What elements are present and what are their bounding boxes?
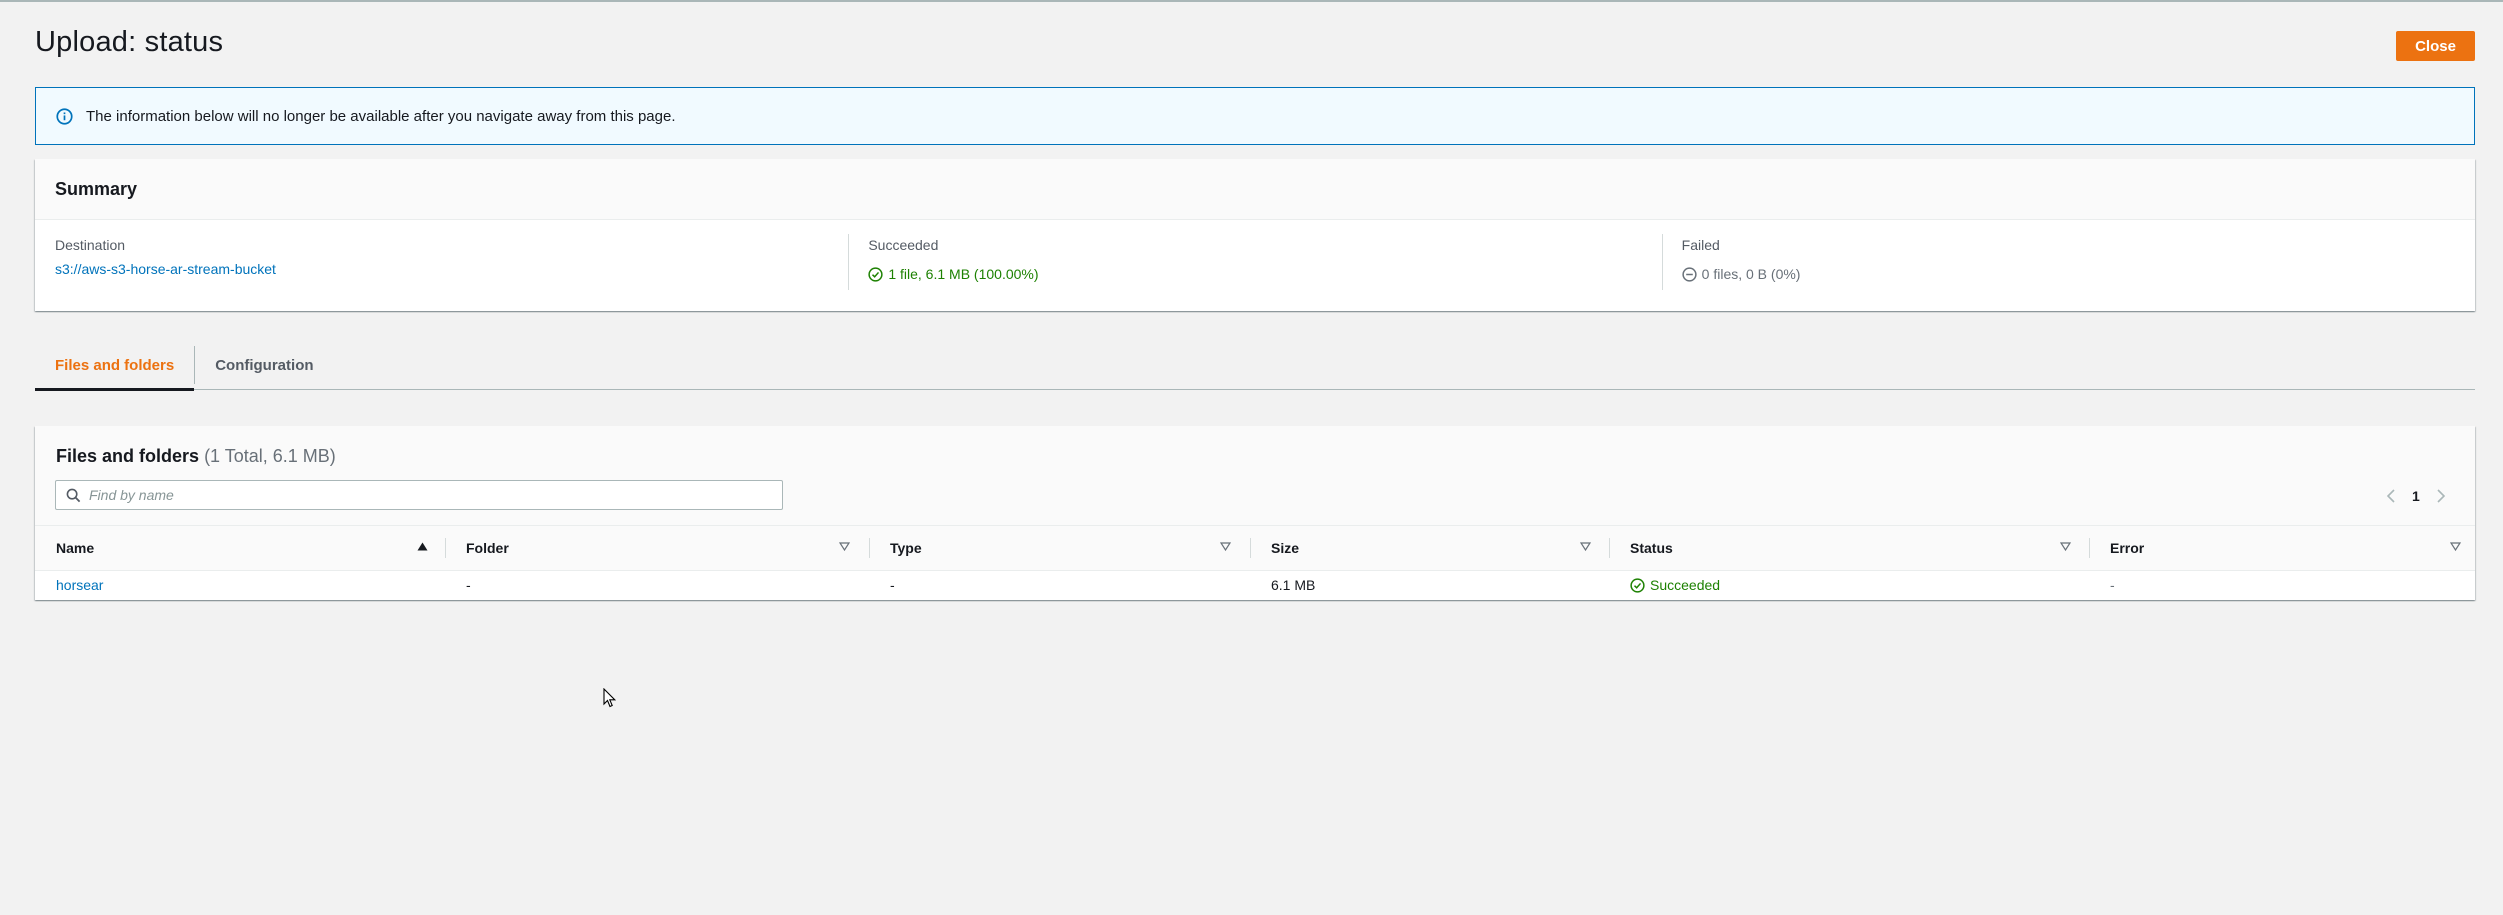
tab-files-and-folders[interactable]: Files and folders <box>35 340 195 391</box>
failed-value: 0 files, 0 B (0%) <box>1701 266 1801 282</box>
sort-icon[interactable] <box>1220 542 1231 551</box>
table-row: horsear - - 6.1 MB Succeeded - <box>35 570 2475 600</box>
summary-title: Summary <box>35 159 2475 220</box>
cell-error: - <box>2110 577 2115 594</box>
column-header-status[interactable]: Status <box>1609 526 2089 570</box>
page-number[interactable]: 1 <box>2412 488 2420 504</box>
column-header-name[interactable]: Name <box>35 526 445 570</box>
status-text: Succeeded <box>1650 577 1721 594</box>
tabs: Files and folders Configuration <box>35 340 2475 391</box>
column-header-type[interactable]: Type <box>869 526 1250 570</box>
column-header-folder[interactable]: Folder <box>445 526 869 570</box>
chevron-left-icon[interactable] <box>2380 488 2402 504</box>
succeeded-value: 1 file, 6.1 MB (100.00%) <box>888 266 1039 282</box>
page-title: Upload: status <box>35 26 224 58</box>
tab-configuration[interactable]: Configuration <box>195 340 333 390</box>
table-header-row: Name Folder Type Size Status Error <box>35 526 2475 570</box>
files-title-text: Files and folders <box>56 446 200 466</box>
failed-label: Failed <box>1681 237 1720 253</box>
close-button[interactable]: Close <box>2396 31 2475 61</box>
column-header-error[interactable]: Error <box>2089 526 2475 570</box>
succeeded-label: Succeeded <box>868 237 939 253</box>
summary-failed: Failed 0 files, 0 B (0%) <box>1661 220 2475 310</box>
destination-link[interactable]: s3://aws-s3-horse-ar-stream-bucket <box>55 261 276 277</box>
files-title: Files and folders (1 Total, 6.1 MB) <box>56 446 336 467</box>
cell-status: Succeeded <box>1609 570 2089 600</box>
search-box <box>55 480 783 510</box>
chevron-right-icon[interactable] <box>2430 488 2452 504</box>
summary-destination: Destination s3://aws-s3-horse-ar-stream-… <box>35 220 848 310</box>
column-header-size[interactable]: Size <box>1250 526 1609 570</box>
mouse-cursor-icon <box>603 687 617 713</box>
check-circle-icon <box>868 266 883 282</box>
files-count: (1 Total, 6.1 MB) <box>204 446 336 466</box>
summary-panel: Summary Destination s3://aws-s3-horse-ar… <box>35 159 2475 311</box>
info-alert: The information below will no longer be … <box>35 87 2475 145</box>
alert-message: The information below will no longer be … <box>86 107 676 125</box>
destination-label: Destination <box>55 237 126 253</box>
search-icon <box>66 488 81 503</box>
info-icon <box>56 107 73 125</box>
files-panel: Files and folders (1 Total, 6.1 MB) 1 <box>35 426 2475 600</box>
sort-icon[interactable] <box>1580 542 1591 551</box>
sort-icon[interactable] <box>2450 542 2461 551</box>
files-table: Name Folder Type Size Status Error horse… <box>35 526 2475 600</box>
sort-icon[interactable] <box>839 542 850 551</box>
check-circle-icon <box>1630 578 1645 593</box>
minus-circle-icon <box>1682 266 1697 282</box>
summary-succeeded: Succeeded 1 file, 6.1 MB (100.00%) <box>848 220 1661 310</box>
top-border <box>0 0 2503 2</box>
sort-ascending-icon[interactable] <box>417 542 428 551</box>
file-link[interactable]: horsear <box>56 577 103 593</box>
search-input[interactable] <box>89 487 782 503</box>
cell-folder: - <box>466 577 471 594</box>
cell-name: horsear <box>35 570 445 600</box>
sort-icon[interactable] <box>2060 542 2071 551</box>
cell-size: 6.1 MB <box>1271 577 1316 594</box>
cell-type: - <box>890 577 895 594</box>
pagination: 1 <box>2380 486 2452 506</box>
